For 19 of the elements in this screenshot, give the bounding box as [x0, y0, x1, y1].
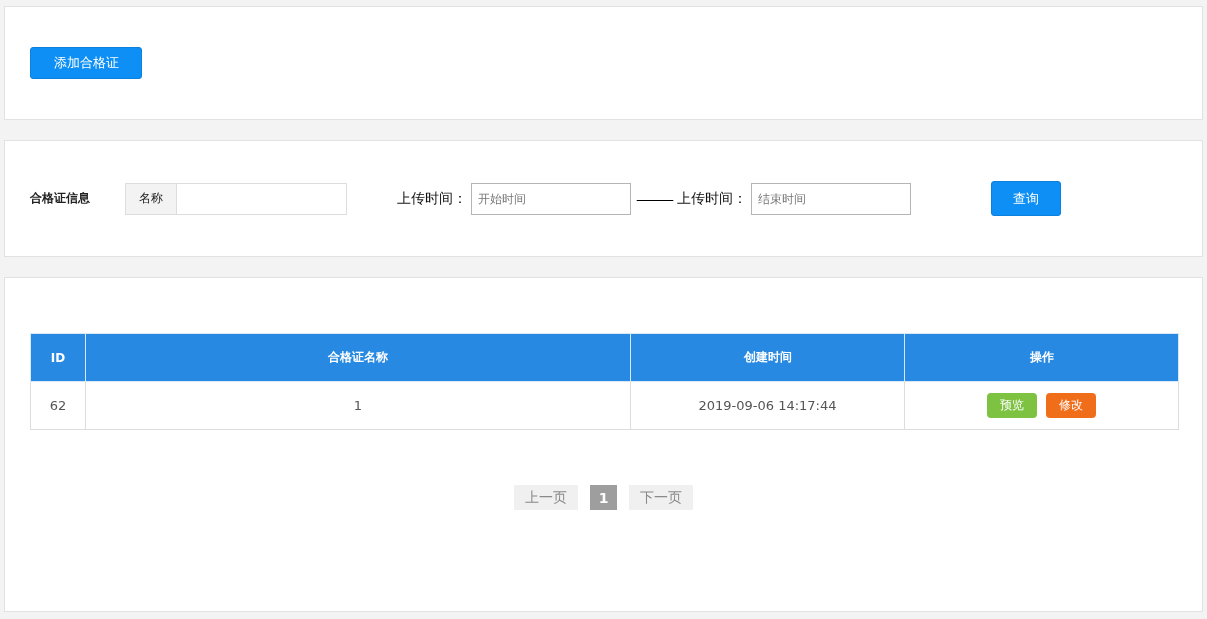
- query-button[interactable]: 查询: [991, 181, 1061, 216]
- column-header: ID: [30, 333, 86, 382]
- column-header: 合格证名称: [85, 333, 631, 382]
- range-separator: ———: [636, 190, 672, 207]
- table-cell: 2019-09-06 14:17:44: [630, 381, 905, 430]
- upload-time-label: 上传时间：: [397, 189, 467, 208]
- table-cell: 62: [30, 381, 86, 430]
- end-time-field[interactable]: 结束时间: [751, 182, 911, 215]
- name-field[interactable]: 名称: [125, 182, 347, 215]
- upload-time-label: 上传时间：: [677, 189, 747, 208]
- add-certificate-button[interactable]: 添加合格证: [30, 47, 142, 79]
- start-time-field[interactable]: 开始时间: [471, 182, 631, 215]
- filter-title: 合格证信息: [30, 190, 91, 207]
- page-number-button[interactable]: 1: [589, 485, 618, 510]
- column-header: 操作: [904, 333, 1179, 382]
- table-cell: 1: [85, 381, 631, 430]
- preview-button[interactable]: 预览: [987, 393, 1037, 418]
- column-header: 创建时间: [630, 333, 905, 382]
- edit-button[interactable]: 修改: [1046, 393, 1096, 418]
